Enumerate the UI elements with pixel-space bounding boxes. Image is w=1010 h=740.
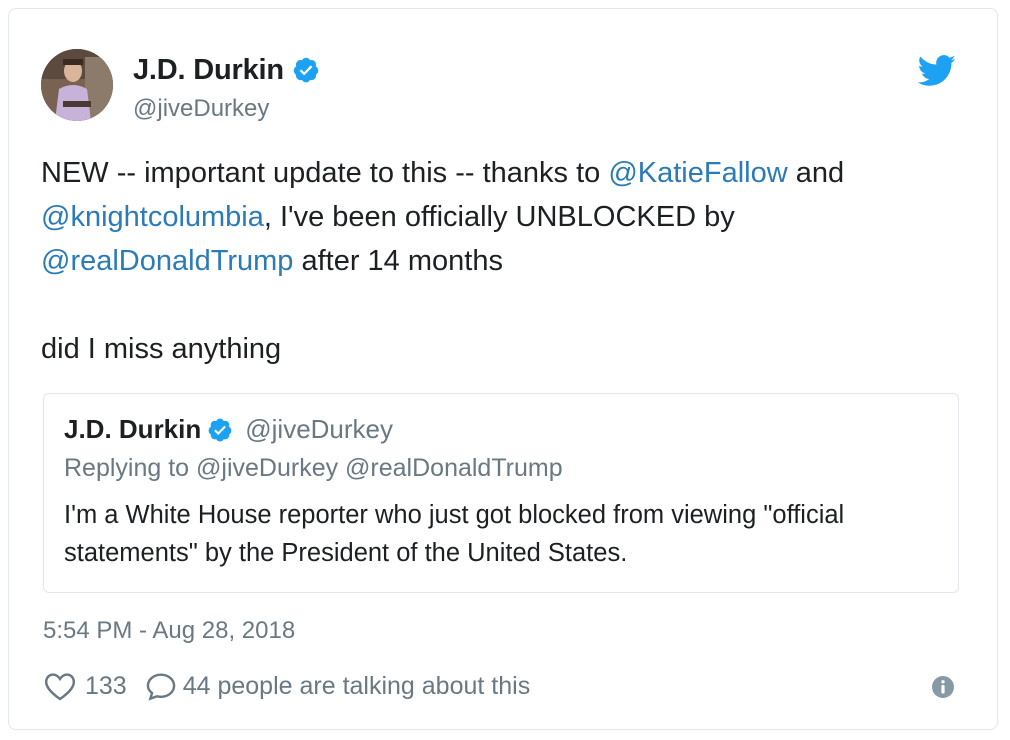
avatar-photo bbox=[41, 49, 113, 121]
tweet-body: NEW -- important update to this -- thank… bbox=[41, 151, 961, 371]
avatar[interactable] bbox=[41, 49, 113, 121]
quoted-tweet-text: I'm a White House reporter who just got … bbox=[64, 501, 845, 567]
quoted-author-handle: @jiveDurkey bbox=[245, 414, 394, 444]
tweet-actions: 133 44 people are talking about this bbox=[43, 671, 530, 701]
tweet-text: NEW -- important update to this -- thank… bbox=[41, 157, 609, 189]
like-count[interactable]: 133 bbox=[85, 672, 127, 701]
mention-link[interactable]: @realDonaldTrump bbox=[41, 245, 293, 277]
quoted-tweet[interactable]: J.D. Durkin @jiveDurkey Replying to @jiv… bbox=[43, 393, 959, 593]
reply-bubble-icon[interactable] bbox=[145, 671, 177, 701]
tweet-line-1: NEW -- important update to this -- thank… bbox=[41, 151, 961, 195]
verified-badge-icon bbox=[208, 418, 232, 441]
author-block: J.D. Durkin @jiveDurkey bbox=[133, 53, 320, 123]
conversation-link[interactable]: 44 people are talking about this bbox=[183, 672, 530, 701]
verified-badge-icon bbox=[293, 57, 319, 83]
tweet-card: J.D. Durkin @jiveDurkey NEW -- important… bbox=[8, 8, 998, 730]
info-icon[interactable] bbox=[931, 675, 955, 699]
quoted-author-name: J.D. Durkin bbox=[64, 414, 202, 444]
author-handle[interactable]: @jiveDurkey bbox=[133, 95, 320, 123]
mention-link[interactable]: @knightcolumbia bbox=[41, 201, 264, 233]
author-name[interactable]: J.D. Durkin bbox=[133, 54, 284, 87]
timestamp-link[interactable]: 5:54 PM - Aug 28, 2018 bbox=[43, 617, 295, 645]
quoted-tweet-header: J.D. Durkin @jiveDurkey bbox=[64, 414, 393, 445]
tweet-text: and bbox=[787, 157, 845, 189]
tweet-line-4: did I miss anything bbox=[41, 333, 282, 365]
tweet-line-2: @knightcolumbia, I've been officially UN… bbox=[41, 195, 961, 239]
replying-to: Replying to @jiveDurkey @realDonaldTrump bbox=[64, 454, 563, 482]
tweet-text: after 14 months bbox=[293, 245, 503, 277]
mention-link[interactable]: @KatieFallow bbox=[608, 157, 787, 189]
twitter-bird-icon[interactable] bbox=[917, 55, 957, 87]
tweet-text: , I've been officially UNBLOCKED by bbox=[263, 201, 735, 233]
heart-icon[interactable] bbox=[43, 671, 77, 701]
tweet-line-3: @realDonaldTrump after 14 months bbox=[41, 239, 961, 283]
